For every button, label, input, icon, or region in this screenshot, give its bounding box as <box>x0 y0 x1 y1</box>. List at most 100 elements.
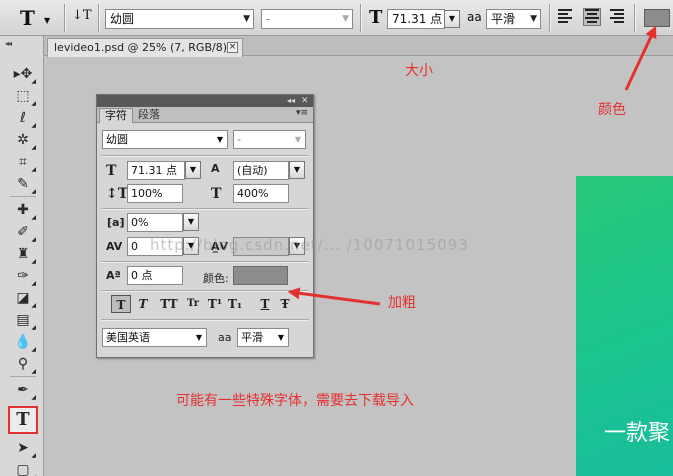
chevron-down-icon: ▼ <box>294 135 301 144</box>
brush-tool-icon[interactable]: ✐ ◢ <box>12 222 36 243</box>
clone-stamp-tool-icon[interactable]: ♜ ◢ <box>12 244 36 265</box>
pen-tool-icon[interactable]: ✒ ◢ <box>12 380 36 401</box>
horizontal-scale-input[interactable]: 400% <box>233 184 289 203</box>
path-selection-tool-icon[interactable]: ➤ ◢ <box>12 438 36 459</box>
divider <box>64 4 65 32</box>
divider <box>10 196 36 197</box>
vertical-scale-input[interactable]: 100% <box>127 184 183 203</box>
superscript-button[interactable]: T¹ <box>205 295 225 313</box>
gradient-tool-icon[interactable]: ▤ ◢ <box>12 310 36 331</box>
document-tab[interactable]: levideo1.psd @ 25% (7, RGB/8) × <box>47 38 243 57</box>
font-family-select[interactable]: 幼圆 ▼ <box>105 9 254 29</box>
small-caps-button[interactable]: Tr <box>183 295 203 313</box>
healing-brush-tool-icon[interactable]: ✚ ◢ <box>12 200 36 221</box>
crop-tool-icon[interactable]: ⌗ ◢ <box>12 152 36 173</box>
magic-wand-tool-icon[interactable]: ✲ ◢ <box>12 130 36 151</box>
type-tool-icon: T <box>20 6 35 30</box>
font-style-value: - <box>266 12 271 26</box>
panel-grip-icon[interactable]: ◂◂ <box>5 39 12 48</box>
document-tab-strip: levideo1.psd @ 25% (7, RGB/8) × <box>44 36 673 57</box>
chevron-down-icon: ▼ <box>216 135 223 144</box>
text-color-swatch[interactable] <box>644 9 670 27</box>
tracking-value: 0% <box>131 216 149 229</box>
leading-value: (自动) <box>237 164 268 177</box>
faux-bold-button[interactable]: T <box>111 295 131 313</box>
faux-italic-button[interactable]: T <box>133 295 153 313</box>
panel-menu-icon[interactable]: ▾≡ <box>296 108 308 118</box>
tracking-input[interactable]: 0% <box>127 213 183 232</box>
eraser-tool-icon[interactable]: ◪ ◢ <box>12 288 36 309</box>
panel-tabs: 字符 段落 ▾≡ <box>97 107 313 123</box>
panel-font-family-select[interactable]: 幼圆 ▼ <box>102 130 228 149</box>
antialias-icon: aa <box>218 331 232 344</box>
chevron-down-icon: ▼ <box>243 14 250 24</box>
divider <box>101 155 309 156</box>
panel-font-family-value: 幼圆 <box>106 133 128 146</box>
tool-preset-picker[interactable]: T ▼ <box>14 6 56 30</box>
strikethrough-button[interactable]: Ŧ <box>275 295 295 313</box>
move-tool-icon[interactable]: ▸✥ ◢ <box>12 64 36 85</box>
horizontal-scale-icon: T <box>211 186 222 202</box>
panel-antialias-select[interactable]: 平滑 ▼ <box>237 328 289 347</box>
divider <box>10 376 36 377</box>
panel-font-size-input[interactable]: 71.31 点 <box>127 161 185 180</box>
annotation-color: 颜色 <box>598 102 626 118</box>
type-tool-icon[interactable]: T <box>8 406 38 434</box>
tracking-icon: ⁅a⁆ <box>107 216 125 229</box>
chevron-down-icon: ▼ <box>44 16 51 25</box>
image-text-layer: 一款聚 <box>604 421 671 446</box>
divider <box>98 4 99 32</box>
close-icon[interactable]: × <box>227 42 238 53</box>
antialias-icon: aa <box>467 10 482 24</box>
panel-color-swatch[interactable] <box>233 266 288 285</box>
align-left-button[interactable] <box>558 9 574 25</box>
subscript-button[interactable]: T₁ <box>225 295 245 313</box>
leading-input[interactable]: (自动) <box>233 161 289 180</box>
collapse-icon[interactable]: ◂◂ <box>287 95 295 107</box>
shape-tool-icon[interactable]: ▢◢ <box>12 460 36 476</box>
annotation-size: 大小 <box>405 63 433 79</box>
panel-font-style-value: - <box>237 133 241 146</box>
panel-font-size-value: 71.31 点 <box>131 164 177 177</box>
tools-panel: ◂◂ ▸✥ ◢ ⬚ ◢ ℓ ◢ ✲ ◢ ⌗ ◢ ✎ ◢ ✚ ◢ ✐ ◢ ♜ ◢ ✑ ◢ ◪ ◢ ▤ ◢ … <box>0 36 44 476</box>
font-style-select[interactable]: - ▼ <box>261 9 353 29</box>
annotation-note: 可能有一些特殊字体，需要去下载导入 <box>176 393 414 409</box>
font-size-dropdown-button[interactable]: ▼ <box>444 10 460 28</box>
language-value: 美国英语 <box>106 331 150 344</box>
history-brush-tool-icon[interactable]: ✑ ◢ <box>12 266 36 287</box>
panel-font-style-select[interactable]: - ▼ <box>233 130 306 149</box>
marquee-tool-icon[interactable]: ⬚ ◢ <box>12 86 36 107</box>
close-icon[interactable]: ✕ <box>301 95 309 107</box>
document-tab-title: levideo1.psd @ 25% (7, RGB/8) <box>54 41 227 54</box>
vertical-scale-icon: ↕T <box>106 186 129 202</box>
divider <box>101 290 309 291</box>
tab-character[interactable]: 字符 <box>99 108 133 123</box>
divider <box>549 4 550 32</box>
options-bar: T ▼ ↓T 幼圆 ▼ - ▼ T 71.31 点 ▼ aa 平滑 ▼ <box>0 0 673 36</box>
leading-dropdown-button[interactable]: ▼ <box>289 161 305 179</box>
vertical-scale-value: 100% <box>131 187 163 200</box>
antialias-select[interactable]: 平滑 ▼ <box>486 9 541 29</box>
kerning-value: 0 <box>131 240 138 253</box>
underline-button[interactable]: T <box>255 295 275 313</box>
baseline-shift-input[interactable]: 0 点 <box>127 266 183 285</box>
font-size-icon: T <box>369 7 383 28</box>
align-center-button[interactable] <box>583 8 601 26</box>
all-caps-button[interactable]: TT <box>159 295 179 313</box>
chevron-down-icon: ▼ <box>530 14 537 24</box>
language-select[interactable]: 美国英语 ▼ <box>102 328 207 347</box>
lasso-tool-icon[interactable]: ℓ ◢ <box>12 108 36 129</box>
tab-paragraph[interactable]: 段落 <box>133 108 165 123</box>
text-orientation-icon[interactable]: ↓T <box>72 8 92 28</box>
font-family-value: 幼圆 <box>110 12 135 26</box>
font-size-input[interactable]: 71.31 点 <box>387 9 445 29</box>
dodge-tool-icon[interactable]: ⚲ ◢ <box>12 354 36 375</box>
tracking-dropdown-button[interactable]: ▼ <box>183 213 199 231</box>
blur-tool-icon[interactable]: 💧 ◢ <box>12 332 36 353</box>
align-right-button[interactable] <box>608 9 624 25</box>
panel-titlebar[interactable]: ◂◂ ✕ <box>97 95 313 107</box>
annotation-bold: 加粗 <box>388 295 416 311</box>
horizontal-scale-value: 400% <box>237 187 269 200</box>
eyedropper-tool-icon[interactable]: ✎ ◢ <box>12 174 36 195</box>
font-size-dropdown-button[interactable]: ▼ <box>185 161 201 179</box>
